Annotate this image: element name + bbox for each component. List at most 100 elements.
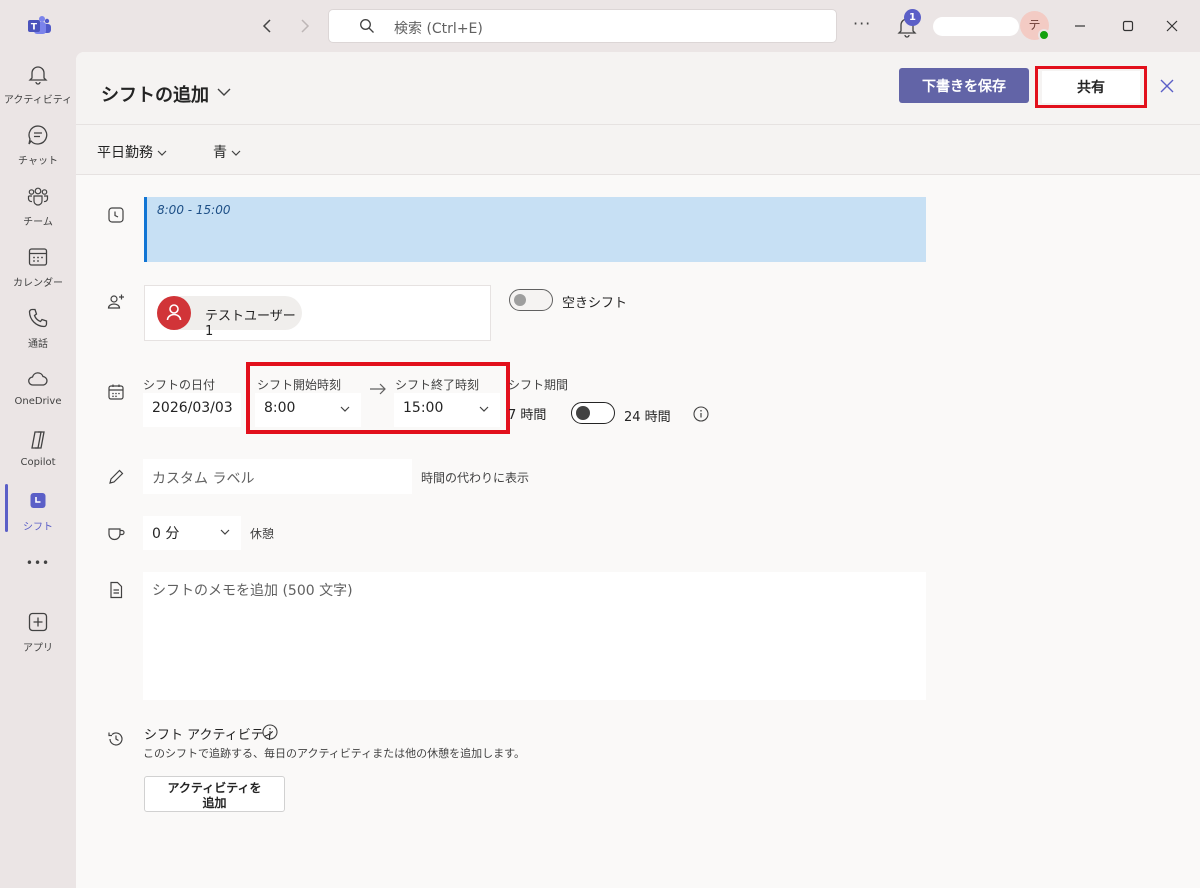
close-icon: [1166, 20, 1178, 32]
rail-more-button[interactable]: •••: [0, 556, 76, 570]
cloud-icon: [28, 372, 48, 386]
copilot-icon: [31, 431, 45, 449]
minimize-icon: [1075, 25, 1085, 27]
rail-item-label: チャット: [18, 156, 58, 167]
rail-item-label: Copilot: [20, 457, 56, 468]
rail-item-label: チーム: [23, 217, 53, 228]
user-avatar: [157, 296, 191, 330]
arrow-right-icon: [370, 383, 386, 395]
template-dropdown[interactable]: 平日勤務: [97, 142, 168, 162]
person-icon: [166, 304, 182, 321]
shift-notes-placeholder: シフトのメモを追加 (500 文字): [152, 583, 353, 599]
rail-item-teams[interactable]: チーム: [0, 185, 76, 245]
rail-active-indicator: [5, 484, 8, 532]
toggle-knob: [514, 294, 526, 306]
24-hour-label: 24 時間: [624, 410, 671, 425]
template-dropdown-label: 平日勤務: [97, 145, 153, 161]
bell-icon: [28, 66, 48, 85]
shift-time-preview: 8:00 - 15:00: [144, 197, 926, 262]
add-activity-button-line1: アクティビティを: [167, 780, 262, 795]
rail-item-chat[interactable]: チャット: [0, 124, 76, 184]
start-time-value: 8:00: [264, 400, 296, 416]
shift-time-preview-text: 8:00 - 15:00: [157, 203, 231, 217]
rail-item-activity[interactable]: アクティビティ: [0, 63, 76, 123]
assignee-field[interactable]: テストユーザー1: [144, 285, 491, 341]
add-person-icon: [107, 294, 124, 309]
coffee-cup-icon: [108, 528, 125, 541]
svg-text:T: T: [31, 23, 38, 33]
user-chip[interactable]: テストユーザー1: [157, 296, 302, 339]
break-label: 休憩: [250, 527, 275, 541]
minimize-button[interactable]: [1068, 14, 1092, 38]
rail-item-calls[interactable]: 通話: [0, 307, 76, 367]
rail-item-label: アクティビティ: [3, 95, 73, 106]
calendar-icon: [108, 384, 124, 400]
calendar-icon: [28, 248, 48, 266]
duration-label: シフト期間: [508, 378, 569, 392]
maximize-button[interactable]: [1116, 14, 1140, 38]
rail-item-label: アプリ: [23, 643, 53, 654]
chevron-right-icon: [301, 19, 310, 33]
panel-header: シフトの追加 下書きを保存 共有: [76, 52, 1200, 125]
shift-date-value: 2026/03/03: [152, 400, 233, 416]
search-placeholder: 検索 (Ctrl+E): [394, 21, 483, 37]
back-button[interactable]: [256, 14, 280, 38]
info-icon[interactable]: [693, 406, 709, 422]
rail-item-onedrive[interactable]: OneDrive: [0, 368, 76, 428]
chevron-down-icon: [220, 529, 230, 535]
start-time-dropdown[interactable]: 8:00: [255, 393, 361, 427]
history-clock-icon: [108, 732, 123, 746]
color-dropdown-label: 青: [213, 145, 227, 161]
rail-item-label: カレンダー: [13, 278, 63, 289]
shift-notes-textarea[interactable]: シフトのメモを追加 (500 文字): [143, 572, 926, 700]
title-bar: T 検索 (Ctrl+E) ··· 1 テ: [0, 0, 1200, 52]
shift-date-label: シフトの日付: [143, 378, 216, 392]
rail-item-calendar[interactable]: カレンダー: [0, 246, 76, 306]
chevron-down-icon: [479, 406, 489, 412]
add-activity-button[interactable]: アクティビティを 追加: [144, 776, 285, 812]
info-icon[interactable]: [262, 724, 278, 740]
shift-date-field[interactable]: 2026/03/03: [143, 393, 241, 427]
open-shift-toggle[interactable]: [509, 289, 553, 311]
custom-label-placeholder: カスタム ラベル: [152, 471, 255, 487]
save-draft-button[interactable]: 下書きを保存: [899, 68, 1029, 103]
chevron-down-icon: [340, 406, 350, 412]
window-close-button[interactable]: [1160, 14, 1184, 38]
break-duration-dropdown[interactable]: 0 分: [143, 516, 241, 550]
shifts-icon: [30, 493, 46, 508]
24-hour-toggle[interactable]: [571, 402, 615, 424]
color-dropdown[interactable]: 青: [213, 142, 242, 162]
more-options-button[interactable]: ···: [853, 14, 871, 33]
duration-value: 7 時間: [508, 408, 547, 423]
share-button[interactable]: 共有: [1042, 71, 1140, 103]
search-input[interactable]: 検索 (Ctrl+E): [328, 9, 837, 43]
rail-item-label: シフト: [23, 522, 53, 533]
shift-activity-description: このシフトで追跡する、毎日のアクティビティまたは他の休憩を追加します。: [143, 747, 526, 760]
search-icon: [360, 19, 374, 33]
end-time-label: シフト終了時刻: [395, 378, 480, 392]
rail-item-label: OneDrive: [14, 396, 62, 407]
end-time-value: 15:00: [403, 400, 444, 416]
rail-item-apps[interactable]: アプリ: [0, 611, 76, 671]
chevron-down-icon: [157, 150, 167, 156]
phone-icon: [28, 308, 48, 328]
app-rail: アクティビティ チャット チーム カレンダー 通話 OneDrive Copil…: [0, 52, 76, 888]
custom-label-hint: 時間の代わりに表示: [421, 471, 530, 485]
end-time-dropdown[interactable]: 15:00: [394, 393, 500, 427]
add-activity-button-line2: 追加: [202, 795, 227, 810]
teams-logo-icon: T: [28, 16, 51, 34]
custom-label-input[interactable]: カスタム ラベル: [143, 459, 412, 494]
close-icon[interactable]: [1157, 76, 1177, 96]
open-shift-label: 空きシフト: [562, 296, 628, 311]
break-duration-value: 0 分: [152, 526, 180, 542]
shift-activity-title: シフト アクティビティ: [144, 728, 276, 743]
rail-item-shifts[interactable]: シフト: [0, 490, 76, 550]
account-name-pill[interactable]: [933, 17, 1019, 36]
forward-button[interactable]: [292, 14, 316, 38]
user-name: テストユーザー1: [205, 309, 296, 339]
teams-icon: [27, 187, 49, 206]
add-app-icon: [28, 612, 48, 632]
rail-item-copilot[interactable]: Copilot: [0, 429, 76, 489]
page-title: シフトの追加: [101, 85, 209, 106]
chevron-down-icon[interactable]: [214, 82, 234, 102]
